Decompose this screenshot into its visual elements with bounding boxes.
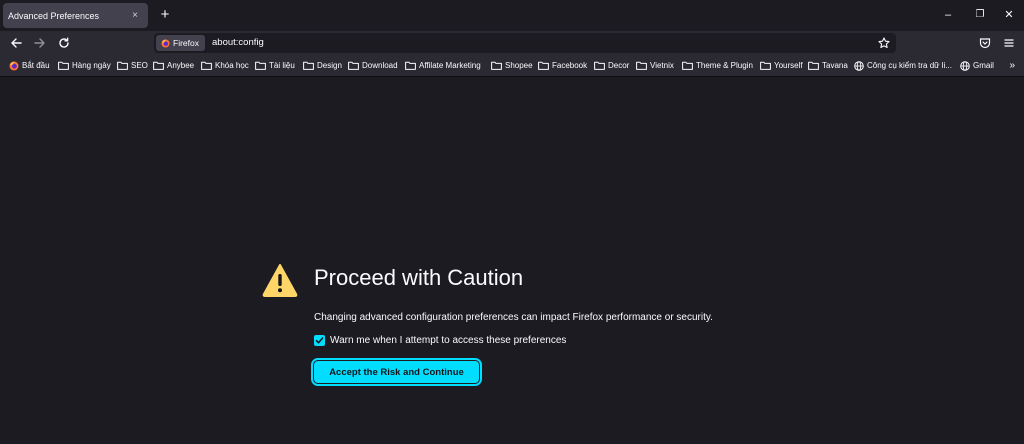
bookmark-item[interactable]: Yourself	[760, 59, 803, 72]
folder-icon	[682, 61, 693, 70]
bookmark-label: Shopee	[505, 61, 533, 70]
folder-icon	[760, 61, 771, 70]
folder-icon	[405, 61, 416, 70]
bookmark-label: Anybee	[167, 61, 195, 70]
tab-close-icon[interactable]: ×	[129, 10, 141, 22]
folder-icon	[636, 61, 647, 70]
url-input[interactable]: about:config	[212, 37, 264, 48]
folder-icon	[491, 61, 502, 70]
tab-strip: Advanced Preferences × + – ❐ ✕	[0, 0, 1024, 31]
bookmark-item[interactable]: Decor	[594, 59, 629, 72]
bookmark-item[interactable]: Gmail	[960, 59, 994, 72]
pocket-icon[interactable]	[976, 34, 994, 52]
bookmark-label: Affilate Marketing	[419, 61, 481, 70]
bookmark-item[interactable]: Shopee	[491, 59, 533, 72]
bookmark-label: Tài liệu	[269, 61, 295, 70]
bookmark-label: Công cụ kiểm tra dữ li...	[867, 61, 952, 70]
bookmark-item[interactable]: Công cụ kiểm tra dữ li...	[854, 59, 952, 72]
bookmark-item[interactable]: Design	[303, 59, 342, 72]
bookmark-label: Download	[362, 61, 398, 70]
bookmark-label: Facebook	[552, 61, 588, 70]
bookmark-star-icon[interactable]	[876, 35, 892, 51]
warn-checkbox-label[interactable]: Warn me when I attempt to access these p…	[330, 335, 566, 346]
folder-icon	[153, 61, 164, 70]
bookmark-item[interactable]: Anybee	[153, 59, 194, 72]
window-close-icon[interactable]: ✕	[1001, 7, 1017, 23]
bookmark-label: Bắt đầu	[22, 61, 50, 70]
bookmarks-toolbar: » Bắt đầu Hàng ngày SEO Anybee Khóa học Tài l…	[0, 55, 1024, 77]
reload-icon[interactable]	[55, 34, 73, 52]
firefox-icon	[161, 38, 170, 48]
bookmark-label: Gmail	[973, 61, 994, 70]
globe-icon	[854, 60, 864, 71]
bookmark-label: Design	[317, 61, 342, 70]
new-tab-button[interactable]: +	[156, 6, 174, 24]
tab-title: Advanced Preferences	[8, 10, 100, 21]
bookmark-label: Vietnix	[650, 61, 674, 70]
bookmark-item[interactable]: Download	[348, 59, 398, 72]
bookmark-item[interactable]: Tavana	[808, 59, 848, 72]
nav-bar: Firefox about:config	[0, 31, 1024, 55]
folder-icon	[538, 61, 549, 70]
bookmark-label: Khóa học	[215, 61, 249, 70]
bookmark-item[interactable]: Vietnix	[636, 59, 674, 72]
page-title: Proceed with Caution	[314, 265, 524, 290]
tab-advanced-preferences[interactable]: Advanced Preferences ×	[3, 3, 148, 28]
warning-description: Changing advanced configuration preferen…	[314, 312, 713, 323]
folder-icon	[255, 61, 266, 70]
minimize-icon[interactable]: –	[940, 7, 956, 23]
bookmark-label: Hàng ngày	[72, 61, 111, 70]
menu-hamburger-icon[interactable]	[1000, 34, 1018, 52]
back-arrow-icon[interactable]	[7, 34, 25, 52]
bookmark-label: Yourself	[774, 61, 803, 70]
bookmark-label: SEO	[131, 61, 148, 70]
folder-icon	[348, 61, 359, 70]
globe-icon	[960, 60, 970, 71]
forward-arrow-icon[interactable]	[31, 34, 49, 52]
url-bar[interactable]: Firefox about:config	[154, 33, 896, 53]
bookmark-item[interactable]: Tài liệu	[255, 59, 295, 72]
folder-icon	[303, 61, 314, 70]
bookmark-item[interactable]: Bắt đầu	[9, 59, 50, 72]
checkmark-icon	[315, 337, 324, 344]
bookmark-item[interactable]: Hàng ngày	[58, 59, 111, 72]
bookmark-item[interactable]: Affilate Marketing	[405, 59, 481, 72]
firefox-icon	[9, 61, 19, 71]
bookmark-item[interactable]: Facebook	[538, 59, 587, 72]
folder-icon	[117, 61, 128, 70]
bookmark-item[interactable]: SEO	[117, 59, 148, 72]
identity-label: Firefox	[173, 38, 199, 48]
warning-icon	[262, 264, 298, 297]
bookmark-label: Tavana	[822, 61, 848, 70]
folder-icon	[594, 61, 605, 70]
folder-icon	[808, 61, 819, 70]
bookmark-label: Theme & Plugin	[696, 61, 753, 70]
identity-box[interactable]: Firefox	[156, 35, 205, 51]
warn-checkbox[interactable]	[314, 335, 325, 346]
restore-icon[interactable]: ❐	[972, 7, 988, 23]
accept-risk-button[interactable]: Accept the Risk and Continue	[311, 358, 482, 386]
folder-icon	[201, 61, 212, 70]
bookmark-item[interactable]: Khóa học	[201, 59, 249, 72]
bookmark-item[interactable]: Theme & Plugin	[682, 59, 753, 72]
bookmark-label: Decor	[608, 61, 630, 70]
warn-checkbox-row[interactable]: Warn me when I attempt to access these p…	[314, 334, 566, 347]
folder-icon	[58, 61, 69, 70]
bookmarks-more-chevron-icon[interactable]: »	[1009, 59, 1015, 72]
